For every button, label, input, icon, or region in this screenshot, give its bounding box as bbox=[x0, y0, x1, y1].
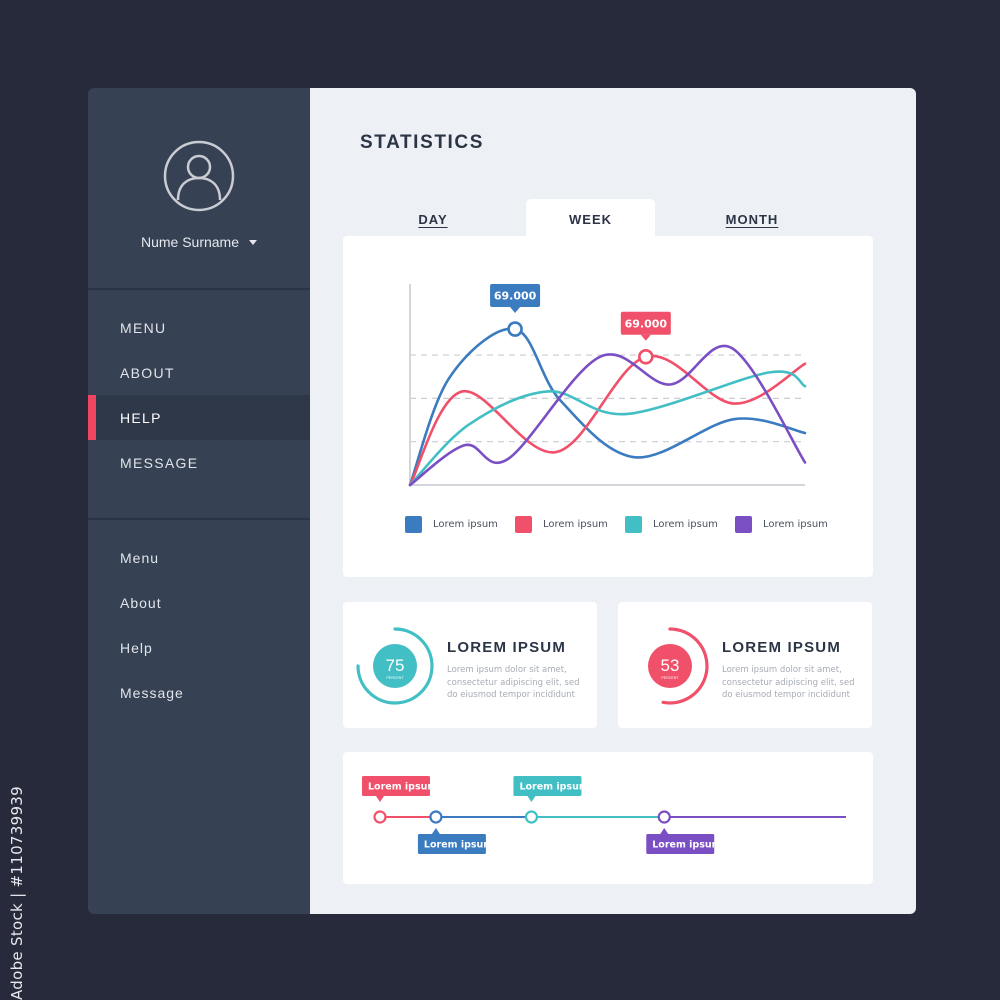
data-point-marker bbox=[507, 321, 523, 337]
line-chart-card: 69.000 69.000 Lorem ipsum Lorem ipsum Lor… bbox=[343, 236, 873, 577]
data-label: 69.000 bbox=[494, 290, 537, 303]
user-profile: Nume Surname bbox=[88, 88, 310, 290]
period-tabs: DAY WEEK MONTH bbox=[343, 199, 873, 239]
nav-label: MENU bbox=[120, 319, 167, 336]
timeline-label: Lorem ipsum bbox=[417, 828, 493, 854]
stat-card: 75 PERCENT LOREM IPSUM Lorem ipsum dolor … bbox=[343, 602, 597, 728]
nav-item-message-secondary[interactable]: Message bbox=[88, 670, 310, 715]
tab-label: WEEK bbox=[569, 211, 612, 227]
progress-value: 53 bbox=[661, 656, 680, 675]
series-line bbox=[408, 354, 807, 487]
legend-label: Lorem ipsum bbox=[433, 519, 498, 530]
timeline-label: Lorem ipsum bbox=[646, 828, 722, 854]
tab-label: MONTH bbox=[725, 211, 779, 227]
stat-card: 53 PERCENT LOREM IPSUM Lorem ipsum dolor … bbox=[618, 602, 872, 728]
progress-unit: PERCENT bbox=[386, 676, 404, 680]
series-line bbox=[408, 370, 807, 487]
timeline-node bbox=[429, 810, 443, 824]
tab-label: DAY bbox=[418, 211, 448, 227]
legend-label: Lorem ipsum bbox=[763, 519, 828, 530]
timeline-label-text: Lorem ipsum bbox=[652, 840, 721, 851]
timeline-label-text: Lorem ipsum bbox=[424, 840, 493, 851]
stat-title: LOREM IPSUM bbox=[722, 639, 842, 656]
series-line bbox=[408, 327, 807, 487]
tab-month[interactable]: MONTH bbox=[707, 199, 797, 239]
nav-label: ABOUT bbox=[120, 364, 175, 381]
chart-legend: Lorem ipsum Lorem ipsum Lorem ipsum Lore… bbox=[405, 516, 845, 533]
nav-item-menu[interactable]: MENU bbox=[88, 305, 310, 350]
nav-item-help-secondary[interactable]: Help bbox=[88, 625, 310, 670]
data-label-tooltip: 69.000 bbox=[490, 284, 541, 314]
progress-value: 75 bbox=[386, 656, 405, 675]
tooltip-pointer bbox=[510, 307, 521, 314]
stat-description: Lorem ipsum dolor sit amet, consectetur … bbox=[722, 665, 855, 700]
tooltip-pointer bbox=[640, 334, 651, 341]
user-menu-toggle[interactable]: Nume Surname bbox=[140, 234, 258, 250]
timeline-label-pointer bbox=[660, 828, 669, 834]
nav-label: About bbox=[120, 594, 162, 611]
tab-day[interactable]: DAY bbox=[388, 199, 478, 239]
progress-unit: PERCENT bbox=[661, 676, 679, 680]
nav-item-help[interactable]: HELP bbox=[88, 395, 310, 440]
legend-swatch bbox=[735, 516, 752, 533]
legend-label: Lorem ipsum bbox=[653, 519, 718, 530]
tab-week[interactable]: WEEK bbox=[526, 199, 655, 239]
legend-item[interactable]: Lorem ipsum bbox=[405, 516, 515, 533]
timeline-label-pointer bbox=[527, 796, 536, 802]
legend-swatch bbox=[625, 516, 642, 533]
nav-item-message[interactable]: MESSAGE bbox=[88, 440, 310, 485]
stat-title: LOREM IPSUM bbox=[447, 639, 567, 656]
data-point-marker bbox=[638, 348, 654, 365]
stat-description: Lorem ipsum dolor sit amet, consectetur … bbox=[447, 665, 580, 700]
watermark-text: Adobe Stock | #110739939 bbox=[8, 786, 26, 1000]
data-label: 69.000 bbox=[625, 317, 668, 330]
main-content: STATISTICS DAY WEEK MONTH 69.000 69.000 L… bbox=[310, 88, 916, 914]
timeline-label-pointer bbox=[376, 796, 384, 802]
timeline-label: Lorem ipsum bbox=[362, 776, 437, 802]
timeline-card: Lorem ipsum Lorem ipsum Lorem ipsum Lorem i… bbox=[343, 752, 873, 884]
timeline-label-text: Lorem ipsum bbox=[519, 782, 588, 793]
timeline-label-pointer bbox=[431, 828, 440, 834]
series-line bbox=[408, 344, 807, 487]
nav-item-about[interactable]: ABOUT bbox=[88, 350, 310, 395]
data-label-tooltip: 69.000 bbox=[620, 311, 671, 341]
chevron-down-icon bbox=[249, 239, 258, 245]
timeline: Lorem ipsum Lorem ipsum Lorem ipsum Lorem i… bbox=[362, 776, 846, 854]
progress-ring: 53PERCENT bbox=[648, 627, 709, 705]
legend-item[interactable]: Lorem ipsum bbox=[735, 516, 845, 533]
primary-nav: MENU ABOUT HELP MESSAGE bbox=[88, 290, 310, 520]
timeline-label-text: Lorem ipsum bbox=[368, 782, 437, 793]
nav-item-menu-secondary[interactable]: Menu bbox=[88, 535, 310, 580]
timeline-node bbox=[657, 810, 671, 824]
timeline-node bbox=[524, 810, 539, 824]
nav-label: Message bbox=[120, 684, 184, 701]
progress-ring: 75PERCENT bbox=[356, 627, 434, 705]
nav-label: Menu bbox=[120, 549, 160, 566]
user-name: Nume Surname bbox=[140, 234, 240, 250]
nav-item-about-secondary[interactable]: About bbox=[88, 580, 310, 625]
legend-swatch bbox=[515, 516, 532, 533]
timeline-node bbox=[373, 810, 387, 824]
page-title: STATISTICS bbox=[360, 132, 485, 153]
nav-label: HELP bbox=[120, 409, 162, 426]
secondary-nav: Menu About Help Message bbox=[88, 520, 310, 715]
dashboard-window: Nume Surname MENU ABOUT HELP MESSAGE Men… bbox=[88, 88, 916, 914]
sidebar: Nume Surname MENU ABOUT HELP MESSAGE Men… bbox=[88, 88, 310, 914]
legend-item[interactable]: Lorem ipsum bbox=[625, 516, 735, 533]
timeline-label: Lorem ipsum bbox=[513, 776, 589, 802]
user-avatar-icon[interactable] bbox=[163, 140, 235, 212]
legend-item[interactable]: Lorem ipsum bbox=[515, 516, 625, 533]
nav-label: MESSAGE bbox=[120, 454, 199, 471]
nav-label: Help bbox=[120, 639, 153, 656]
legend-label: Lorem ipsum bbox=[543, 519, 608, 530]
legend-swatch bbox=[405, 516, 422, 533]
